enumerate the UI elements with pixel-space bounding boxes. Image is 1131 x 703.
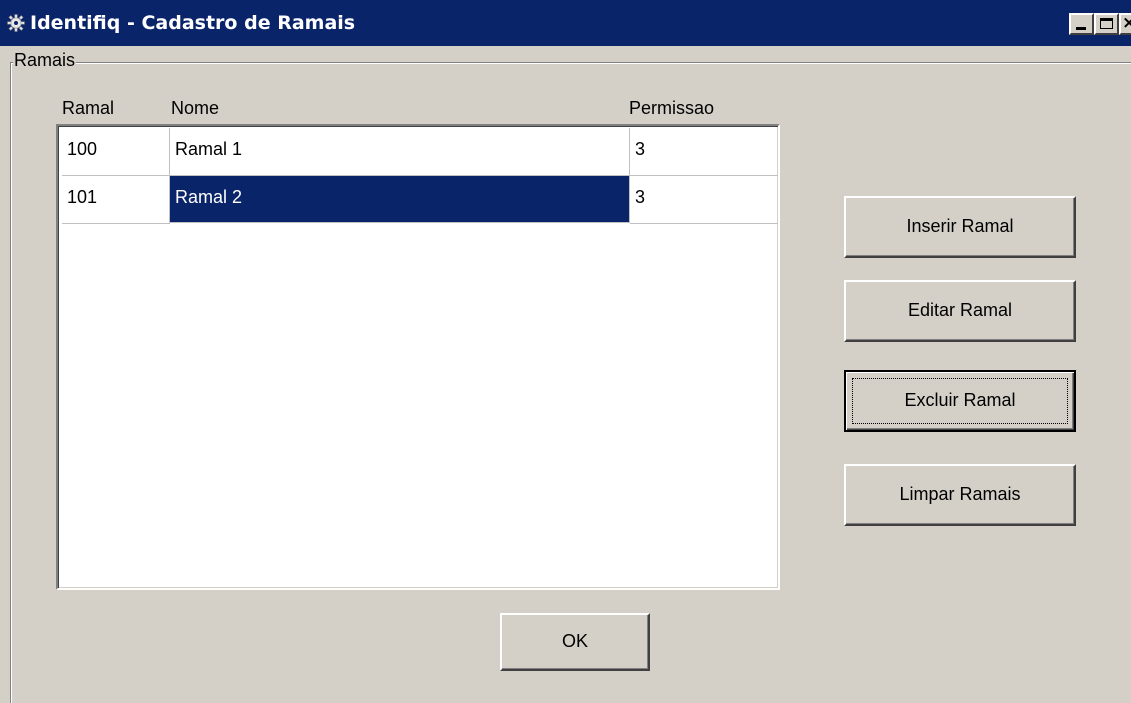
cell-nome: Ramal 1 (170, 128, 630, 176)
minimize-button[interactable] (1069, 13, 1094, 35)
edit-ramal-button[interactable]: Editar Ramal (844, 280, 1076, 342)
cell-ramal: 101 (62, 176, 170, 224)
delete-ramal-button[interactable]: Excluir Ramal (844, 370, 1076, 432)
app-window: Identifiq - Cadastro de Ramais × Ramais … (0, 0, 1131, 703)
ok-label: OK (561, 631, 588, 651)
insert-ramal-button[interactable]: Inserir Ramal (844, 196, 1076, 258)
groupbox-label: Ramais (13, 50, 77, 70)
edit-ramal-label: Editar Ramal (907, 300, 1013, 320)
list-row[interactable]: 100 Ramal 1 3 (62, 128, 778, 176)
maximize-icon (1100, 18, 1113, 29)
list-row-selected[interactable]: 101 Ramal 2 3 (62, 176, 778, 224)
close-button[interactable]: × (1119, 13, 1131, 35)
cell-nome: Ramal 2 (170, 176, 630, 223)
gear-icon (7, 14, 25, 32)
cell-permissao: 3 (630, 176, 778, 224)
ok-button[interactable]: OK (500, 613, 650, 671)
close-icon: × (1122, 13, 1131, 33)
column-header-nome[interactable]: Nome (171, 98, 219, 118)
minimize-icon (1076, 27, 1086, 30)
insert-ramal-label: Inserir Ramal (906, 216, 1014, 236)
title-bar[interactable]: Identifiq - Cadastro de Ramais × (0, 0, 1131, 46)
window-title: Identifiq - Cadastro de Ramais (30, 12, 356, 34)
cell-ramal: 100 (62, 128, 170, 176)
column-header-permissao[interactable]: Permissao (629, 98, 714, 118)
column-header-ramal[interactable]: Ramal (62, 98, 114, 118)
clear-ramais-label: Limpar Ramais (899, 484, 1021, 504)
maximize-button[interactable] (1094, 13, 1119, 35)
ramais-list[interactable]: 100 Ramal 1 3 101 Ramal 2 3 (56, 124, 780, 590)
cell-permissao: 3 (630, 128, 778, 176)
focus-rectangle (852, 378, 1068, 424)
clear-ramais-button[interactable]: Limpar Ramais (844, 464, 1076, 526)
